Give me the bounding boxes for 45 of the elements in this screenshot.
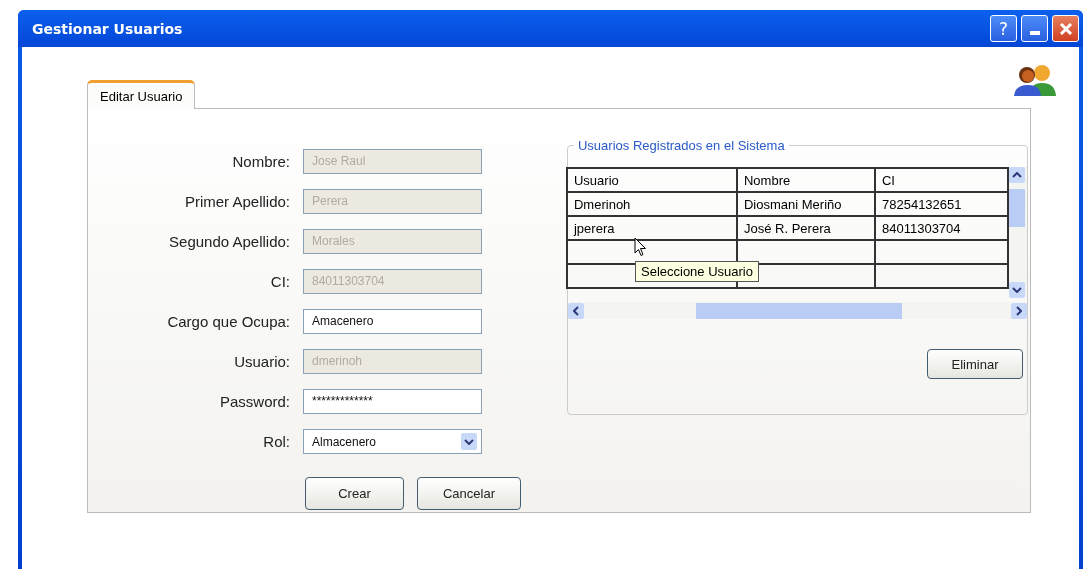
field-label: Usuario: <box>233 353 290 370</box>
chevron-right-icon <box>1016 305 1022 316</box>
group-title: Usuarios Registrados en el Sistema <box>577 138 786 153</box>
scroll-down-button[interactable] <box>1009 282 1025 298</box>
scroll-left-button[interactable] <box>568 302 584 319</box>
table-cell: 78254132651 <box>875 192 1008 216</box>
field-label: Segundo Apellido: <box>168 233 290 250</box>
vertical-scrollbar[interactable] <box>1009 167 1027 298</box>
horizontal-scrollbar[interactable] <box>568 302 1027 319</box>
users-icon <box>1013 64 1057 96</box>
scroll-right-button[interactable] <box>1011 302 1027 319</box>
table-cell: 84011303704 <box>875 216 1008 240</box>
password-field[interactable]: ************* <box>303 389 482 414</box>
chevron-down-icon <box>1012 287 1022 293</box>
tab[interactable]: Editar Usuario <box>87 80 196 109</box>
table-cell: jperera <box>567 216 737 240</box>
scroll-thumb[interactable] <box>696 302 902 319</box>
table-cell: Dmerinoh <box>567 192 737 216</box>
help-button[interactable]: ? <box>990 15 1017 42</box>
field-label: Nombre: <box>231 153 290 170</box>
window-title: Gestionar Usuarios <box>32 20 183 37</box>
cancel-button[interactable]: Cancelar <box>417 477 521 510</box>
field-label: Rol: <box>262 433 290 450</box>
column-header[interactable]: Nombre <box>737 168 875 192</box>
role-dropdown[interactable]: Almacenero <box>303 429 482 454</box>
field-label: CI: <box>269 273 290 290</box>
create-button[interactable]: Crear <box>305 477 404 510</box>
column-header[interactable]: CI <box>875 168 1008 192</box>
chevron-left-icon <box>573 305 579 316</box>
close-button[interactable] <box>1052 15 1079 42</box>
column-header[interactable]: Usuario <box>567 168 737 192</box>
mouse-cursor-icon <box>634 237 647 257</box>
tooltip: Seleccione Usuario <box>635 261 759 282</box>
minimize-icon <box>1029 31 1040 35</box>
field-label: Cargo que Ocupa: <box>166 313 290 330</box>
chevron-down-icon <box>464 438 474 445</box>
chevron-up-icon <box>1012 172 1022 178</box>
close-icon <box>1059 22 1072 35</box>
input-field[interactable]: Amacenero <box>303 309 482 334</box>
table-cell: Diosmani Meriño <box>737 192 875 216</box>
delete-button[interactable]: Eliminar <box>927 349 1023 379</box>
table-cell: José R. Perera <box>737 216 875 240</box>
field-label: Password: <box>218 393 290 410</box>
field-label: Primer Apellido: <box>183 193 290 210</box>
minimize-button[interactable] <box>1021 15 1048 42</box>
